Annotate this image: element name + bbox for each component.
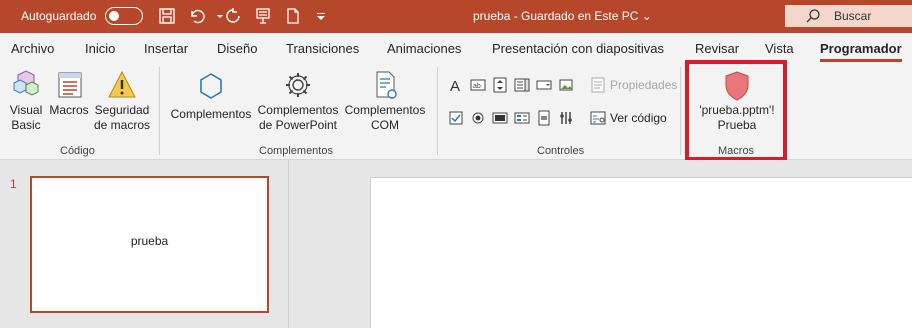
gear-icon: [286, 73, 310, 97]
tab-vista[interactable]: Vista: [765, 41, 794, 56]
label-control-icon[interactable]: A: [447, 76, 465, 94]
more-controls-icon[interactable]: [557, 109, 575, 127]
complementos-ppt-button[interactable]: Complementos de PowerPoint: [255, 69, 341, 133]
macros-icon: [58, 72, 82, 98]
scrollbar-control-icon[interactable]: [535, 109, 553, 127]
tab-revisar[interactable]: Revisar: [695, 41, 739, 56]
macro-security-label-1: Seguridad: [94, 103, 150, 117]
radio-control-icon[interactable]: [469, 109, 487, 127]
properties-icon: [591, 77, 605, 93]
group-separator: [680, 67, 681, 155]
redo-icon[interactable]: [223, 6, 243, 26]
tab-inicio[interactable]: Inicio: [85, 41, 115, 56]
warning-icon: [108, 70, 136, 98]
propiedades-label: Propiedades: [610, 78, 678, 92]
tab-transiciones[interactable]: Transiciones: [286, 41, 359, 56]
svg-text:A: A: [450, 78, 460, 93]
macro-security-button[interactable]: Seguridad de macros: [92, 69, 152, 133]
new-file-icon[interactable]: [283, 6, 303, 26]
hexagon-icon: [200, 73, 222, 99]
tab-insertar[interactable]: Insertar: [144, 41, 188, 56]
ribbon-panel: Visual Basic Macros Seguridad de macros …: [0, 60, 912, 161]
visual-basic-button[interactable]: Visual Basic: [6, 69, 46, 133]
highlight-box: [685, 60, 787, 161]
toggle-knob: [109, 10, 119, 21]
view-code-icon: [590, 111, 606, 125]
frame-control-icon[interactable]: [513, 109, 531, 127]
search-placeholder: Buscar: [834, 9, 872, 23]
document-title[interactable]: prueba - Guardado en Este PC ⌄: [473, 9, 652, 23]
slide-number: 1: [10, 177, 17, 191]
checkbox-control-icon[interactable]: [447, 109, 465, 127]
com-addin-icon: [376, 71, 397, 99]
customize-icon[interactable]: [311, 6, 331, 26]
svg-text:ab: ab: [473, 83, 481, 90]
tab-presentacion[interactable]: Presentación con diapositivas: [492, 41, 664, 56]
complementos-button[interactable]: Complementos: [168, 69, 254, 122]
complementos-ppt-label-1: Complementos: [257, 103, 339, 117]
slide-canvas[interactable]: [370, 177, 912, 328]
visual-basic-label-1: Visual: [9, 103, 43, 117]
complementos-com-label-1: Complementos: [344, 103, 426, 117]
group-label-controles: Controles: [537, 145, 585, 157]
macros-label: Macros: [49, 103, 89, 117]
autosave-label: Autoguardado: [21, 9, 97, 23]
visual-basic-icon: [13, 70, 39, 96]
presentation-icon[interactable]: [253, 6, 273, 26]
complementos-ppt-label-2: de PowerPoint: [258, 118, 338, 132]
listbox-control-icon[interactable]: [513, 76, 531, 94]
ribbon-tabs: Archivo Inicio Insertar Diseño Transicio…: [0, 33, 912, 63]
textbox-control-icon[interactable]: ab: [469, 76, 487, 94]
group-label-codigo: Código: [60, 145, 95, 157]
title-bar: Autoguardado prueba - Guardado en Este P…: [0, 0, 912, 33]
active-tab-indicator: [820, 59, 902, 62]
search-box[interactable]: Buscar: [785, 5, 912, 27]
save-icon[interactable]: [157, 6, 177, 26]
search-icon: [806, 9, 820, 23]
tab-programador[interactable]: Programador: [820, 41, 902, 56]
autosave-toggle[interactable]: [105, 7, 143, 25]
macros-button[interactable]: Macros: [48, 69, 90, 118]
complementos-label: Complementos: [170, 107, 252, 121]
group-label-complementos: Complementos: [259, 145, 333, 157]
combobox-control-icon[interactable]: [535, 76, 553, 94]
visual-basic-label-2: Basic: [11, 118, 41, 132]
complementos-com-button[interactable]: Complementos COM: [342, 69, 428, 133]
macro-security-label-2: de macros: [93, 118, 151, 132]
group-separator: [159, 67, 160, 155]
propiedades-button[interactable]: Propiedades: [590, 77, 677, 93]
slide-thumbnails-panel: 1 prueba: [0, 160, 289, 328]
slide-thumbnail[interactable]: prueba: [30, 176, 269, 313]
ver-codigo-button[interactable]: Ver código: [590, 110, 667, 126]
undo-icon[interactable]: [187, 6, 207, 26]
image-control-icon[interactable]: [557, 76, 575, 94]
group-separator: [437, 67, 438, 155]
tab-diseno[interactable]: Diseño: [217, 41, 257, 56]
complementos-com-label-2: COM: [371, 118, 399, 132]
tab-archivo[interactable]: Archivo: [11, 41, 54, 56]
slide-thumbnail-text: prueba: [130, 234, 169, 248]
ver-codigo-label: Ver código: [610, 111, 667, 125]
slide-editor-area: [290, 160, 912, 328]
toggle-control-icon[interactable]: [491, 109, 509, 127]
spinner-control-icon[interactable]: [491, 76, 509, 94]
tab-animaciones[interactable]: Animaciones: [387, 41, 461, 56]
